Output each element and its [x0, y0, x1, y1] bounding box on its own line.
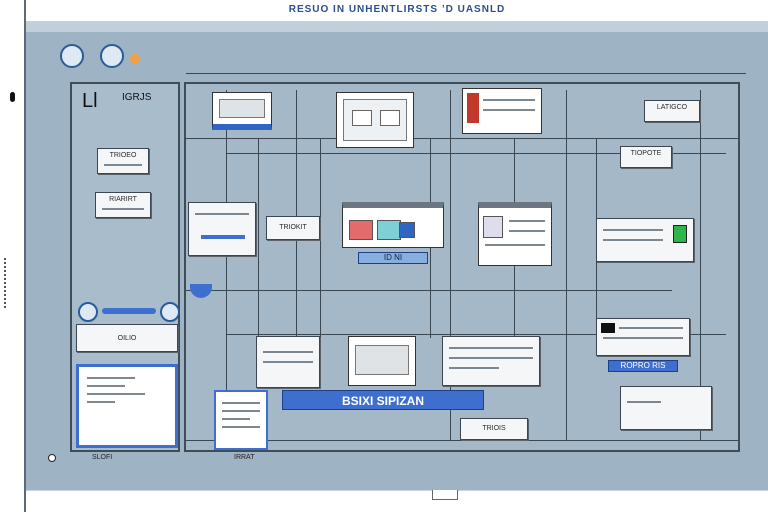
lower-right-card[interactable]	[596, 318, 690, 356]
grid-row-1	[186, 138, 738, 139]
app-icon-right[interactable]	[100, 44, 124, 68]
grid-row-5	[186, 440, 738, 441]
sidebar-card-top[interactable]: TRIOEO	[97, 148, 149, 174]
grid-col-4	[320, 138, 321, 338]
sidebar-subheading: IGRJS	[122, 92, 152, 103]
mid-center-left-label: TRIOKIT	[279, 224, 307, 231]
top-node-document[interactable]	[462, 88, 542, 134]
right-upper-card-label: TIOPOTE	[630, 150, 662, 157]
lower-center-monitor[interactable]	[348, 336, 416, 386]
sidebar-user-icon[interactable]	[78, 302, 98, 322]
sidebar-card-top-label: TRIOEO	[109, 152, 137, 159]
bottom-center-card-label: TRIOIS	[482, 425, 506, 432]
right-upper-card[interactable]: TIOPOTE	[620, 146, 672, 168]
sidebar-heading: Ll	[82, 90, 98, 112]
mid-center-window[interactable]	[342, 202, 444, 248]
sidebar-settings-icon[interactable]	[160, 302, 180, 322]
status-bar	[26, 490, 768, 512]
sidebar-preview-window[interactable]	[76, 364, 178, 448]
sidebar-card-mid[interactable]: RIARIRT	[95, 192, 151, 218]
bottom-center-card[interactable]: TRIOIS	[460, 418, 528, 440]
lower-left-card[interactable]	[256, 336, 320, 388]
bottom-banner[interactable]: BSIXI SIPIZAN	[282, 390, 484, 410]
grid-col-3	[296, 90, 297, 340]
far-right-node[interactable]	[596, 218, 694, 262]
top-right-card[interactable]: LATIGCO	[644, 100, 700, 122]
notification-dot-icon	[130, 54, 140, 64]
grid-col-1	[226, 90, 227, 440]
app-icon-left[interactable]	[60, 44, 84, 68]
bottom-right-card[interactable]	[620, 386, 712, 430]
mid-left-node[interactable]	[188, 202, 256, 256]
lower-right-strip[interactable]: ROPRO RIS	[608, 360, 678, 372]
sidebar-strip-card[interactable]: OILIO	[76, 324, 178, 352]
bottom-left-caption: IRRAT	[234, 454, 255, 461]
grid-col-6	[450, 90, 451, 440]
left-edge-ruler	[4, 258, 16, 308]
mid-right-window[interactable]	[478, 202, 552, 266]
left-edge-marker	[10, 92, 15, 102]
top-right-card-label: LATIGCO	[656, 104, 688, 111]
left-edge-panel	[0, 0, 26, 512]
sidebar-footer-caption: SLOFI	[92, 454, 113, 461]
sidebar-strip-label: OILIO	[117, 335, 137, 342]
top-node-window[interactable]	[336, 92, 414, 148]
sidebar-card-mid-label: RIARIRT	[109, 196, 137, 203]
top-connector-line	[186, 73, 746, 74]
sidebar-footer-icon	[48, 454, 56, 462]
status-bar-tab[interactable]	[432, 490, 458, 500]
top-node-monitor[interactable]	[212, 92, 272, 130]
mid-center-caption: ID NI	[358, 252, 428, 264]
grid-col-2	[258, 138, 259, 340]
mid-center-left-card[interactable]: TRIOKIT	[266, 216, 320, 240]
title-bar: RESUO IN UNHENTLIRSTS ’D UASNLD	[26, 0, 768, 22]
window-title: RESUO IN UNHENTLIRSTS ’D UASNLD	[288, 4, 506, 15]
lower-center-right-card[interactable]	[442, 336, 540, 386]
sidebar-progress-bar	[102, 308, 156, 314]
grid-col-8	[566, 90, 567, 440]
bottom-left-window[interactable]	[214, 390, 268, 450]
